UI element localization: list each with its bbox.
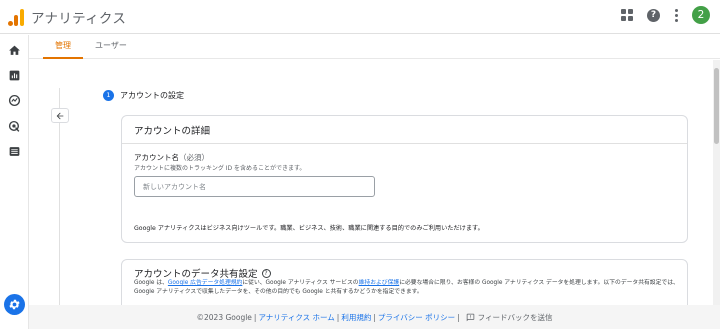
- privacy-policy-link[interactable]: プライバシー ポリシー: [378, 312, 455, 323]
- page-scrollbar[interactable]: [713, 60, 720, 305]
- step-title[interactable]: アカウントの設定: [120, 90, 184, 101]
- help-circle-icon[interactable]: ?: [261, 268, 271, 278]
- account-name-label-text: アカウント名: [134, 153, 179, 162]
- reports-icon[interactable]: [8, 69, 21, 82]
- app-title[interactable]: アナリティクス: [31, 7, 126, 27]
- step-number-badge: 1: [103, 90, 114, 101]
- terms-link[interactable]: 利用規約: [341, 312, 371, 323]
- data-sharing-title: アカウントのデータ共有設定 ?: [134, 266, 271, 280]
- feedback-icon: [466, 313, 474, 321]
- account-name-label: アカウント名（必須）: [134, 152, 209, 163]
- account-details-card: アカウントの詳細 アカウント名（必須） アカウントに複数のトラッキング ID を…: [121, 115, 688, 243]
- arrow-back-icon: [56, 112, 64, 119]
- home-icon[interactable]: [8, 44, 21, 57]
- scrollbar-thumb[interactable]: [714, 68, 719, 144]
- account-details-heading: アカウントの詳細: [122, 116, 687, 144]
- admin-tabs: 管理 ユーザー: [29, 35, 720, 59]
- apps-grid-icon[interactable]: [621, 9, 633, 21]
- account-name-help: アカウントに複数のトラッキング ID を含めることができます。: [134, 165, 306, 172]
- left-nav-rail: [0, 35, 29, 329]
- data-sharing-text-2: に従い、Google アナリティクス サービスの: [242, 280, 359, 286]
- data-sharing-text-1: Google は、: [134, 280, 168, 286]
- advertising-icon[interactable]: [8, 120, 21, 133]
- top-app-bar: アナリティクス ? 2: [0, 0, 720, 34]
- analytics-logo[interactable]: [8, 8, 26, 26]
- data-sharing-description: Google は、Google 広告データ処理規約に従い、Google アナリテ…: [134, 279, 682, 297]
- more-vert-icon[interactable]: [674, 8, 678, 22]
- back-button[interactable]: [51, 108, 69, 123]
- maintenance-link[interactable]: 維持および保護: [359, 280, 400, 286]
- top-right-actions: ? 2: [621, 6, 710, 24]
- help-icon[interactable]: ?: [647, 8, 660, 22]
- account-name-input[interactable]: [134, 176, 375, 197]
- copyright: ©2023 Google: [196, 312, 252, 322]
- gear-icon: [9, 299, 20, 310]
- analytics-home-link[interactable]: アナリティクス ホーム: [258, 312, 334, 323]
- tab-user[interactable]: ユーザー: [83, 35, 139, 59]
- feedback-label: フィードバックを送信: [477, 312, 553, 322]
- footer: ©2023 Google | アナリティクス ホーム | 利用規約 | プライバ…: [29, 305, 720, 329]
- main-content: 1 アカウントの設定 アカウントの詳細 アカウント名（必須） アカウントに複数の…: [29, 60, 713, 305]
- data-sharing-card: アカウントのデータ共有設定 ? Google は、Google 広告データ処理規…: [121, 259, 688, 305]
- admin-settings-button[interactable]: [4, 294, 25, 315]
- business-use-note: Google アナリティクスはビジネス向けツールです。職業、ビジネス、技術、職業…: [134, 225, 484, 232]
- required-marker: （必須）: [179, 153, 209, 162]
- avatar[interactable]: 2: [692, 6, 710, 24]
- configure-icon[interactable]: [8, 145, 21, 158]
- tab-admin[interactable]: 管理: [43, 35, 83, 59]
- ads-data-terms-link[interactable]: Google 広告データ処理規約: [168, 280, 242, 286]
- data-sharing-heading: アカウントのデータ共有設定: [134, 269, 258, 280]
- explore-icon[interactable]: [8, 94, 21, 107]
- send-feedback-button[interactable]: フィードバックを送信: [466, 312, 553, 323]
